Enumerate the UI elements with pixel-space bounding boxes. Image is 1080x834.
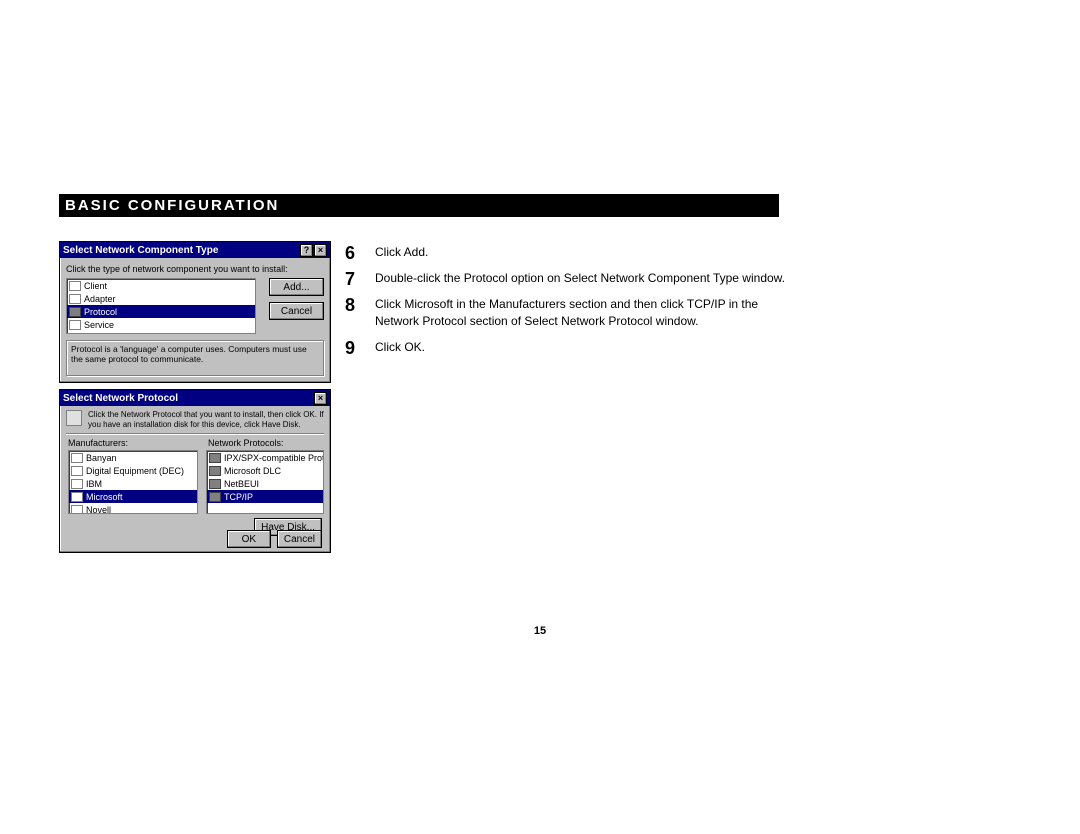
list-item-label: Microsoft	[86, 492, 123, 502]
list-item-label: IPX/SPX-compatible Protocol	[224, 453, 324, 463]
list-item[interactable]: Microsoft	[69, 490, 197, 503]
section-banner: BASIC CONFIGURATION	[59, 194, 779, 217]
manufacturer-icon	[71, 479, 83, 489]
list-item[interactable]: Protocol	[67, 305, 255, 318]
manufacturers-label: Manufacturers:	[68, 438, 128, 448]
component-icon	[69, 307, 81, 317]
close-icon[interactable]: ×	[314, 392, 327, 405]
dialog-select-network-protocol: Select Network Protocol × Click the Netw…	[59, 389, 331, 553]
list-item-label: Adapter	[84, 294, 116, 304]
step-number: 7	[345, 270, 375, 288]
list-item-label: Client	[84, 281, 107, 291]
step-number: 6	[345, 244, 375, 262]
step-item: 7Double-click the Protocol option on Sel…	[345, 270, 785, 288]
step-text: Click Microsoft in the Manufacturers sec…	[375, 296, 785, 331]
step-text: Click OK.	[375, 339, 785, 357]
component-icon	[69, 320, 81, 330]
section-title: BASIC CONFIGURATION	[65, 197, 279, 214]
component-icon	[69, 281, 81, 291]
list-item-label: Service	[84, 320, 114, 330]
list-item[interactable]: Service	[67, 318, 255, 331]
titlebar: Select Network Component Type ? ×	[60, 242, 330, 258]
component-icon	[69, 294, 81, 304]
list-item-label: Protocol	[84, 307, 117, 317]
dialog-select-network-component-type: Select Network Component Type ? × Click …	[59, 241, 331, 383]
cancel-button-label: Cancel	[281, 306, 312, 317]
list-item[interactable]: TCP/IP	[207, 490, 323, 503]
list-item[interactable]: Novell	[69, 503, 197, 514]
protocol-icon	[209, 479, 221, 489]
ok-button[interactable]: OK	[227, 530, 271, 548]
protocol-description: Protocol is a 'language' a computer uses…	[66, 340, 324, 376]
divider	[66, 433, 324, 435]
step-number: 9	[345, 339, 375, 357]
list-item-label: IBM	[86, 479, 102, 489]
protocol-icon	[66, 410, 82, 426]
page-number: 15	[0, 625, 1080, 637]
manufacturer-icon	[71, 453, 83, 463]
dialog-title: Select Network Protocol	[63, 393, 178, 404]
ok-button-label: OK	[242, 534, 256, 545]
manufacturer-icon	[71, 466, 83, 476]
list-item[interactable]: Microsoft DLC	[207, 464, 323, 477]
protocol-icon	[209, 453, 221, 463]
help-icon[interactable]: ?	[300, 244, 313, 257]
cancel-button[interactable]: Cancel	[269, 302, 324, 320]
step-item: 6Click Add.	[345, 244, 785, 262]
list-item[interactable]: IBM	[69, 477, 197, 490]
list-item-label: Microsoft DLC	[224, 466, 281, 476]
list-item-label: Digital Equipment (DEC)	[86, 466, 184, 476]
list-item-label: Banyan	[86, 453, 117, 463]
step-number: 8	[345, 296, 375, 331]
protocol-icon	[209, 466, 221, 476]
list-item[interactable]: Banyan	[69, 451, 197, 464]
step-item: 9Click OK.	[345, 339, 785, 357]
add-button[interactable]: Add...	[269, 278, 324, 296]
list-item-label: Novell	[86, 505, 111, 515]
protocol-icon	[209, 492, 221, 502]
list-item[interactable]: IPX/SPX-compatible Protocol	[207, 451, 323, 464]
manufacturer-icon	[71, 492, 83, 502]
instruction-steps: 6Click Add.7Double-click the Protocol op…	[345, 244, 785, 365]
cancel-button-label: Cancel	[284, 534, 315, 545]
dialog-instruction: Click the type of network component you …	[66, 264, 324, 274]
add-button-label: Add...	[283, 282, 309, 293]
close-icon[interactable]: ×	[314, 244, 327, 257]
list-item[interactable]: Digital Equipment (DEC)	[69, 464, 197, 477]
list-item[interactable]: Adapter	[67, 292, 255, 305]
component-type-listbox[interactable]: Client Adapter Protocol Service	[66, 278, 256, 334]
titlebar: Select Network Protocol ×	[60, 390, 330, 406]
list-item[interactable]: NetBEUI	[207, 477, 323, 490]
list-item-label: TCP/IP	[224, 492, 253, 502]
protocols-label: Network Protocols:	[208, 438, 284, 448]
list-item[interactable]: Client	[67, 279, 255, 292]
manufacturer-icon	[71, 505, 83, 515]
step-text: Click Add.	[375, 244, 785, 262]
step-item: 8Click Microsoft in the Manufacturers se…	[345, 296, 785, 331]
step-text: Double-click the Protocol option on Sele…	[375, 270, 785, 288]
dialog-instruction: Click the Network Protocol that you want…	[88, 410, 324, 429]
protocols-listbox[interactable]: IPX/SPX-compatible Protocol Microsoft DLC…	[206, 450, 324, 514]
manufacturers-listbox[interactable]: Banyan Digital Equipment (DEC) IBM Microsof…	[68, 450, 198, 514]
cancel-button[interactable]: Cancel	[277, 530, 322, 548]
list-item-label: NetBEUI	[224, 479, 259, 489]
dialog-title: Select Network Component Type	[63, 245, 218, 256]
